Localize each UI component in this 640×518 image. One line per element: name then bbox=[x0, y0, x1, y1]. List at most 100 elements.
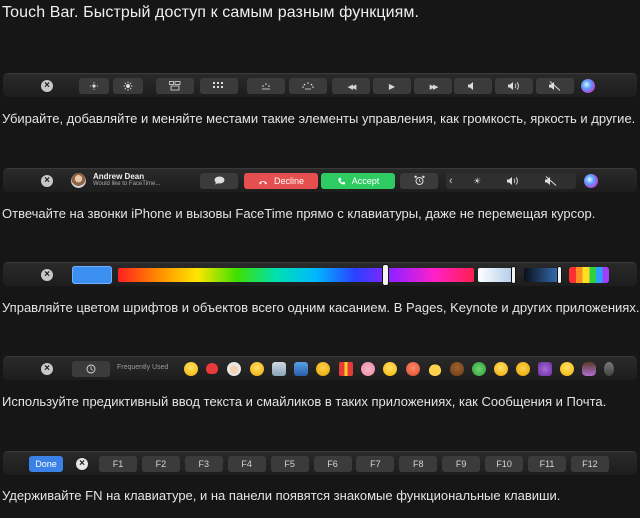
caption-incoming-call: Отвечайте на звонки iPhone и вызовы Face… bbox=[2, 206, 596, 221]
current-color-swatch[interactable] bbox=[72, 266, 112, 284]
poop-emoji-icon[interactable] bbox=[450, 362, 464, 376]
esc-close-icon[interactable]: × bbox=[41, 363, 53, 375]
pig-emoji-icon[interactable] bbox=[361, 362, 375, 376]
brightness-up-icon bbox=[123, 81, 133, 91]
volume-down-button[interactable] bbox=[454, 78, 492, 94]
mute-icon bbox=[549, 81, 561, 91]
fkey-f2[interactable]: F2 bbox=[141, 456, 180, 472]
touch-bar-incoming-call: × Andrew Dean Would like to FaceTime... … bbox=[3, 168, 637, 192]
touch-bar-emoji: × Frequently Used bbox=[3, 356, 637, 380]
volume-up-icon[interactable] bbox=[506, 176, 520, 186]
esc-close-icon[interactable]: × bbox=[41, 269, 53, 281]
color-presets-button[interactable] bbox=[569, 267, 609, 283]
brightness-icon[interactable]: ☀ bbox=[473, 173, 481, 189]
octopus-emoji-icon[interactable] bbox=[406, 362, 420, 376]
tongue-face-emoji-icon[interactable] bbox=[250, 362, 264, 376]
fast-forward-button[interactable]: ▶▶ bbox=[414, 78, 452, 94]
tint-slider-thumb[interactable] bbox=[512, 267, 515, 283]
robot-emoji-icon[interactable] bbox=[272, 362, 286, 376]
volume-up-button[interactable] bbox=[495, 78, 533, 94]
rewind-button[interactable]: ◀◀ bbox=[332, 78, 370, 94]
decline-call-button[interactable]: Decline bbox=[244, 173, 318, 189]
tint-slider[interactable] bbox=[478, 268, 516, 282]
shade-slider[interactable] bbox=[524, 268, 562, 282]
control-strip: ‹ ☀ bbox=[446, 173, 576, 189]
touch-bar-function-keys: Done × F1 F2 F3 F4 F5 F6 F7 F8 F9 F10 F11 F12 bbox=[3, 451, 637, 475]
fast-forward-icon: ▶▶ bbox=[429, 84, 439, 91]
fkey-f10[interactable]: F10 bbox=[485, 456, 524, 472]
fkey-f11[interactable]: F11 bbox=[528, 456, 566, 472]
accept-label: Accept bbox=[351, 176, 380, 186]
keyboard-brightness-down-icon bbox=[262, 83, 270, 90]
phone-icon bbox=[338, 178, 345, 185]
woman-tipping-hand-emoji-icon[interactable] bbox=[582, 362, 596, 376]
esc-close-icon[interactable]: × bbox=[41, 80, 53, 92]
fkey-f9[interactable]: F9 bbox=[442, 456, 481, 472]
old-woman-emoji-icon[interactable] bbox=[227, 362, 241, 376]
decline-label: Decline bbox=[273, 176, 304, 186]
brightness-up-button[interactable] bbox=[113, 78, 143, 94]
gift-emoji-icon[interactable] bbox=[339, 362, 353, 376]
recent-emoji-button[interactable] bbox=[72, 361, 110, 377]
mission-control-icon bbox=[169, 81, 181, 91]
touch-bar-color-picker: × bbox=[3, 262, 637, 286]
mute-icon[interactable] bbox=[544, 176, 558, 186]
play-pause-button[interactable]: ▶ bbox=[373, 78, 411, 94]
keyboard-brightness-up-icon bbox=[302, 82, 314, 90]
caller-subtitle: Would like to FaceTime... bbox=[93, 181, 161, 187]
message-bubble-icon bbox=[214, 176, 224, 185]
message-reply-button[interactable] bbox=[200, 173, 238, 189]
hue-spectrum-slider[interactable] bbox=[118, 268, 474, 282]
alarm-button[interactable] bbox=[400, 173, 438, 189]
mission-control-button[interactable] bbox=[156, 78, 194, 94]
fkey-f6[interactable]: F6 bbox=[313, 456, 352, 472]
sunglasses-face-emoji-icon[interactable] bbox=[428, 362, 442, 376]
caption-function-keys: Удерживайте FN на клавиатуре, и на панел… bbox=[2, 488, 561, 503]
frequently-used-label: Frequently Used bbox=[117, 364, 169, 371]
volume-up-icon bbox=[508, 82, 519, 90]
car-emoji-icon[interactable] bbox=[294, 362, 308, 376]
siri-icon[interactable] bbox=[584, 174, 598, 188]
heart-eyes-cat-emoji-icon[interactable] bbox=[516, 362, 530, 376]
brightness-down-button[interactable] bbox=[79, 78, 109, 94]
frog-emoji-icon[interactable] bbox=[472, 362, 486, 376]
esc-close-icon[interactable]: × bbox=[41, 175, 53, 187]
keyboard-brightness-up-button[interactable] bbox=[289, 78, 327, 94]
shade-slider-thumb[interactable] bbox=[558, 267, 561, 283]
fkey-f5[interactable]: F5 bbox=[270, 456, 309, 472]
play-icon: ▶ bbox=[388, 82, 396, 91]
fkey-f4[interactable]: F4 bbox=[227, 456, 266, 472]
launchpad-button[interactable] bbox=[200, 78, 238, 94]
fkey-f8[interactable]: F8 bbox=[399, 456, 438, 472]
hugging-face-emoji-icon[interactable] bbox=[316, 362, 330, 376]
smiling-face-emoji-icon[interactable] bbox=[184, 362, 198, 376]
caption-system-controls: Убирайте, добавляйте и меняйте местами т… bbox=[2, 111, 636, 126]
done-button[interactable]: Done bbox=[29, 456, 63, 472]
launchpad-icon bbox=[213, 82, 223, 88]
alien-monster-emoji-icon[interactable] bbox=[538, 362, 552, 376]
touch-bar-system-controls: × ◀◀ ▶ ▶▶ bbox=[3, 73, 637, 97]
keyboard-brightness-down-button[interactable] bbox=[247, 78, 285, 94]
accept-call-button[interactable]: Accept bbox=[321, 173, 395, 189]
hang-up-icon bbox=[258, 180, 267, 185]
smirking-face-emoji-icon[interactable] bbox=[494, 362, 508, 376]
caller-name: Andrew Dean bbox=[93, 172, 145, 181]
fkey-f3[interactable]: F3 bbox=[184, 456, 223, 472]
mute-button[interactable] bbox=[536, 78, 574, 94]
hue-slider-thumb[interactable] bbox=[383, 265, 388, 285]
control-strip-chevron-icon[interactable]: ‹ bbox=[449, 173, 453, 189]
caption-color-picker: Управляйте цветом шрифтов и объектов все… bbox=[2, 300, 640, 315]
kissing-face-emoji-icon[interactable] bbox=[560, 362, 574, 376]
caption-emoji: Используйте предиктивный ввод текста и с… bbox=[2, 394, 607, 409]
fkey-f1[interactable]: F1 bbox=[99, 456, 137, 472]
upside-down-face-emoji-icon[interactable] bbox=[383, 362, 397, 376]
fkey-f12[interactable]: F12 bbox=[570, 456, 609, 472]
alarm-clock-icon bbox=[413, 175, 425, 185]
page-heading: Touch Bar. Быстрый доступ к самым разным… bbox=[2, 4, 420, 21]
emoji-overflow-icon[interactable] bbox=[604, 362, 614, 376]
heart-emoji-icon[interactable] bbox=[206, 363, 218, 374]
fkey-f7[interactable]: F7 bbox=[356, 456, 395, 472]
esc-close-icon[interactable]: × bbox=[76, 458, 88, 470]
brightness-down-icon bbox=[90, 82, 98, 90]
siri-icon[interactable] bbox=[581, 79, 595, 93]
